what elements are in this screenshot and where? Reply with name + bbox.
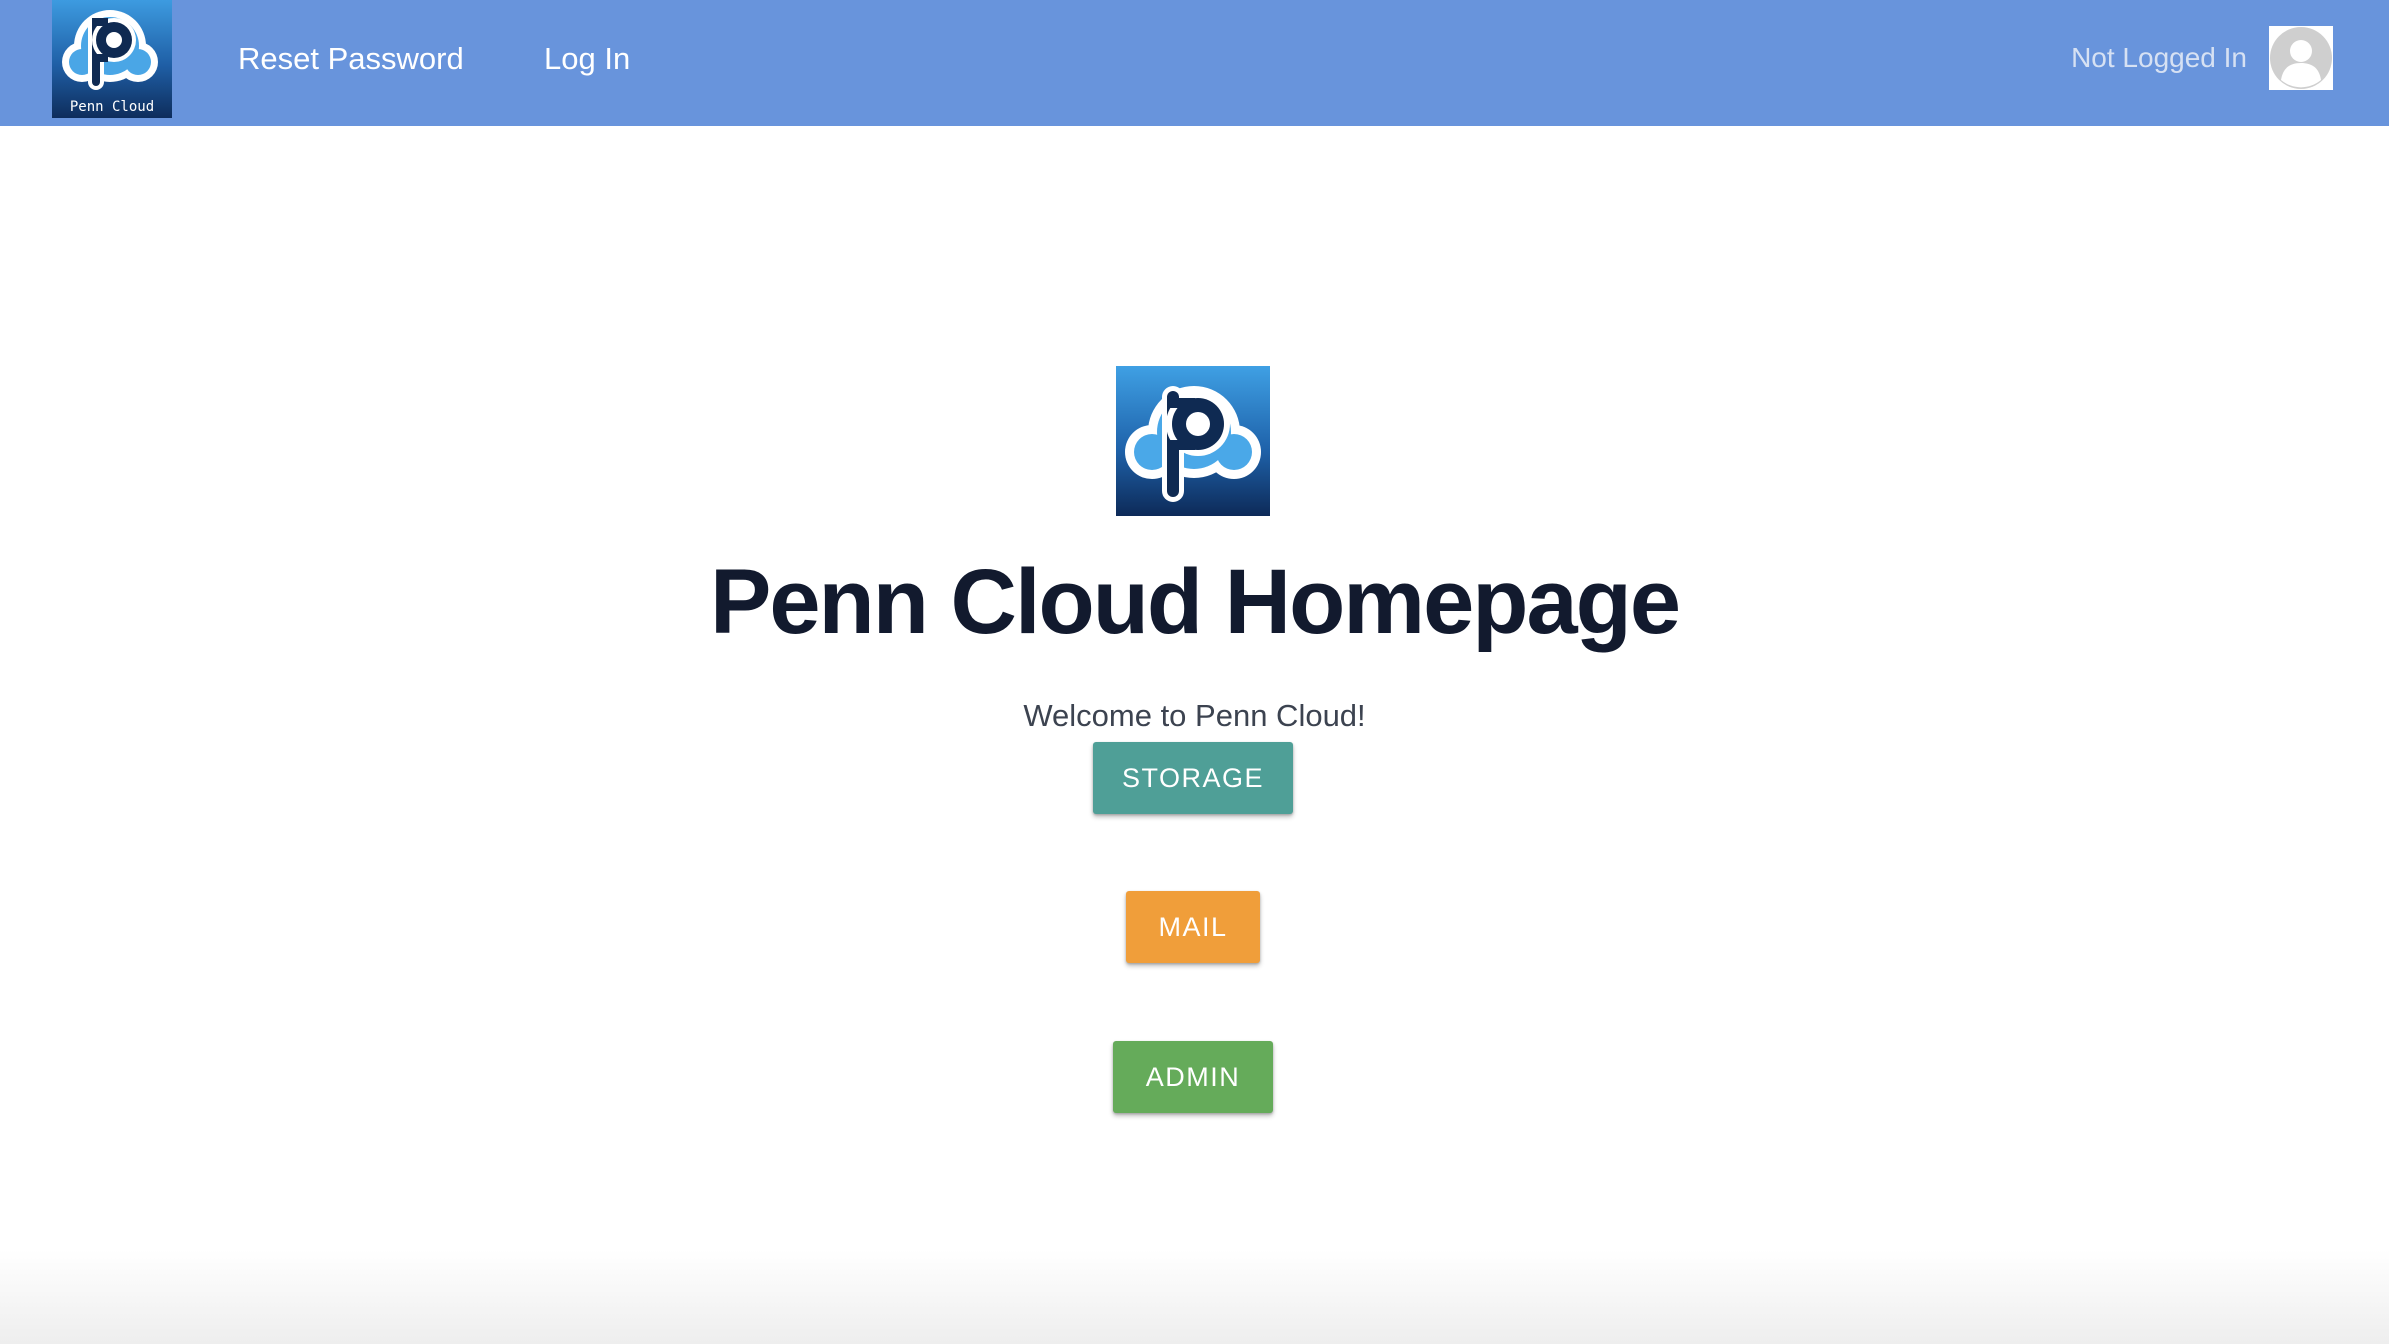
page-title: Penn Cloud Homepage — [710, 551, 1681, 653]
storage-button[interactable]: STORAGE — [1093, 742, 1293, 814]
log-in-link[interactable]: Log In — [544, 36, 630, 82]
page: Penn Cloud Reset Password Log In Not Log… — [0, 0, 2389, 1344]
penn-cloud-logo-icon — [1116, 366, 1270, 516]
admin-button[interactable]: ADMIN — [1113, 1041, 1273, 1113]
welcome-message: Welcome to Penn Cloud! — [1023, 698, 1366, 733]
penn-cloud-logo-icon[interactable]: Penn Cloud — [52, 0, 172, 118]
top-navbar: Penn Cloud Reset Password Log In Not Log… — [0, 0, 2389, 126]
reset-password-link[interactable]: Reset Password — [238, 36, 464, 82]
login-status-text: Not Logged In — [2071, 42, 2247, 73]
logo-caption: Penn Cloud — [70, 99, 154, 115]
mail-button[interactable]: MAIL — [1126, 891, 1260, 963]
user-avatar-icon[interactable] — [2269, 26, 2333, 90]
